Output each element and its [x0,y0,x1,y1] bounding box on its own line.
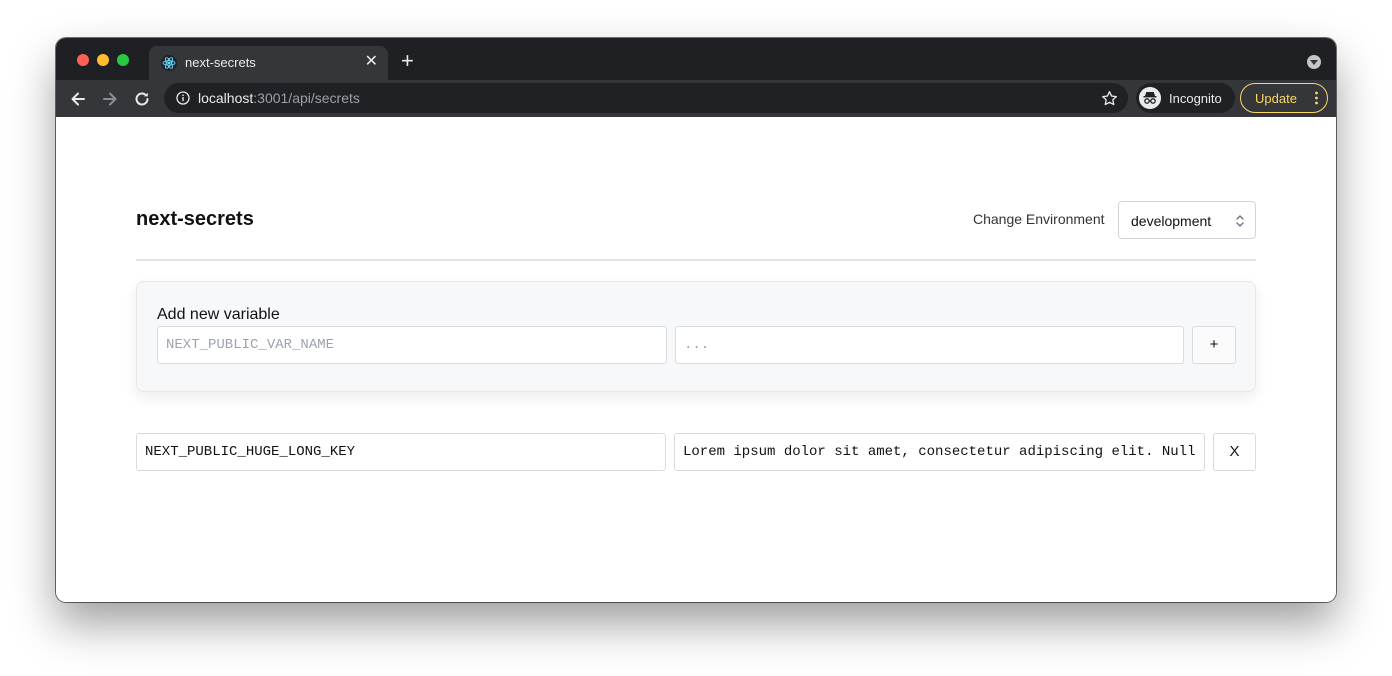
incognito-icon [1139,87,1161,109]
add-variable-card: Add new variable + [136,281,1256,392]
environment-selected-value: development [1131,213,1212,229]
tabs-menu-icon[interactable] [1307,55,1321,69]
header-divider [136,259,1256,261]
back-arrow-icon[interactable] [68,89,88,109]
url-text[interactable]: localhost:3001/api/secrets [198,90,360,106]
environment-select[interactable]: development [1118,201,1256,239]
close-window-button[interactable] [77,54,89,66]
incognito-profile-button[interactable]: Incognito [1136,83,1235,113]
tab-close-icon[interactable]: ✕ [365,53,378,71]
new-variable-value-input[interactable] [675,326,1184,364]
url-host: localhost [198,90,254,106]
variable-name-input[interactable] [136,433,666,471]
update-button[interactable]: Update [1240,83,1328,113]
browser-toolbar: localhost:3001/api/secrets Incognito Upd… [56,80,1336,117]
url-path: :3001/api/secrets [253,90,360,106]
delete-variable-button[interactable]: X [1213,433,1256,471]
update-label: Update [1255,91,1297,106]
react-favicon-icon [161,55,177,71]
address-bar[interactable]: localhost:3001/api/secrets [164,83,1128,113]
maximize-window-button[interactable] [117,54,129,66]
new-tab-button[interactable]: + [401,50,414,72]
minimize-window-button[interactable] [97,54,109,66]
more-vert-icon [1315,91,1318,105]
info-icon[interactable] [176,91,190,105]
star-icon[interactable] [1101,90,1118,107]
forward-arrow-icon[interactable] [100,89,120,109]
page-title: next-secrets [136,208,254,230]
browser-tab[interactable]: next-secrets ✕ [149,46,388,80]
browser-window: next-secrets ✕ + localhost:3001/api/secr… [56,38,1336,602]
reload-icon[interactable] [132,89,152,109]
add-variable-title: Add new variable [157,306,280,323]
new-variable-name-input[interactable] [157,326,667,364]
environment-label: Change Environment [973,211,1105,227]
add-variable-button[interactable]: + [1192,326,1236,364]
incognito-label: Incognito [1169,91,1222,106]
chevron-up-down-icon [1236,215,1244,227]
page-content: next-secrets Change Environment developm… [56,117,1336,602]
tab-title: next-secrets [185,55,256,70]
variable-value-input[interactable] [674,433,1205,471]
tab-strip: next-secrets ✕ + [56,38,1336,80]
